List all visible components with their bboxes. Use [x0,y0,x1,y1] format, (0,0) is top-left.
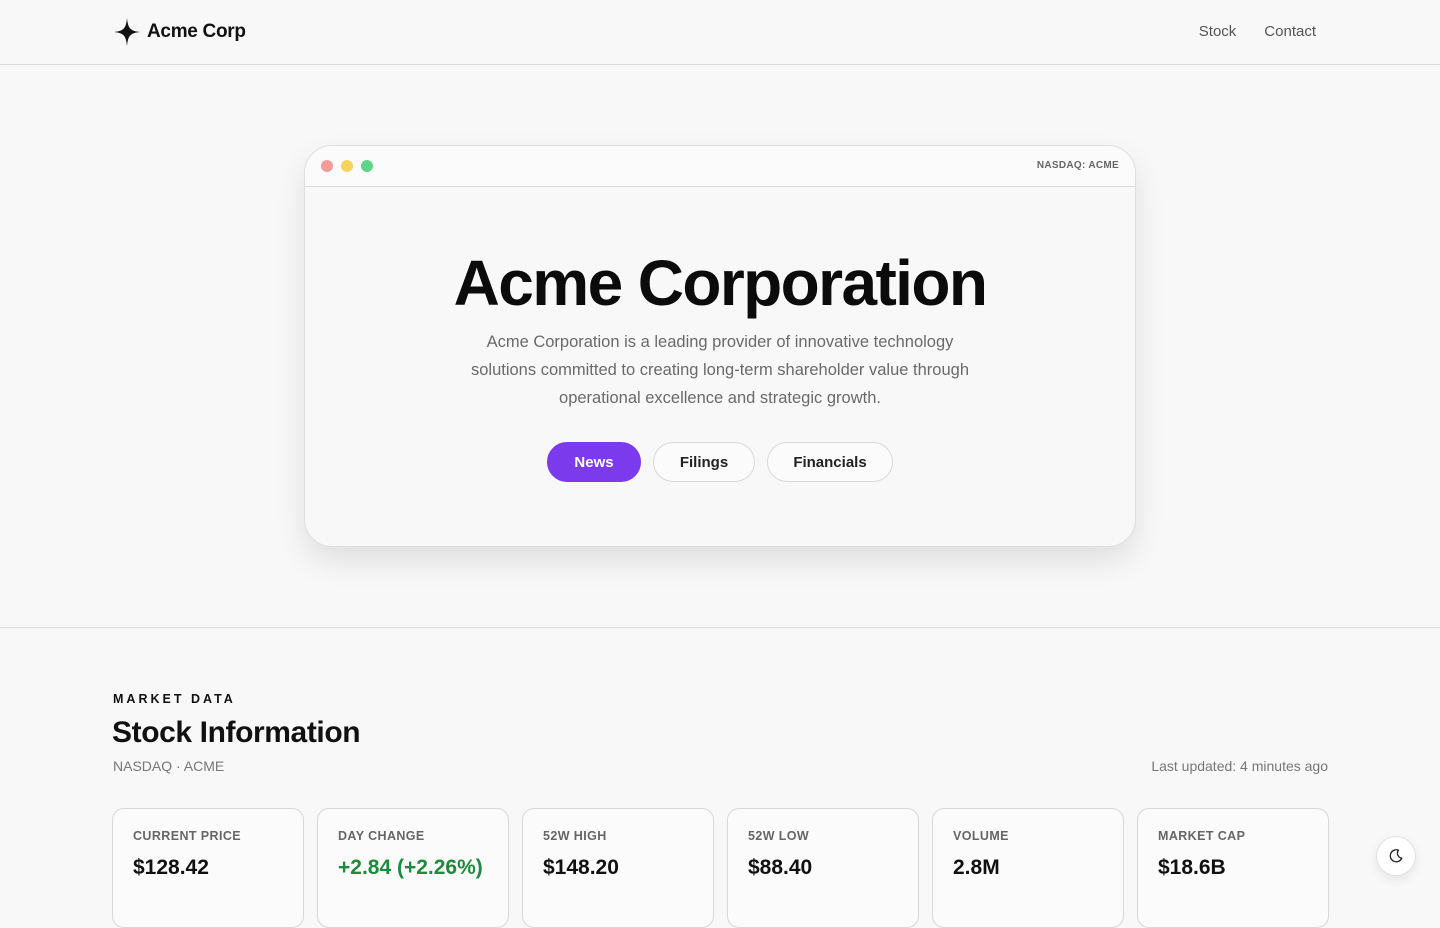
section-eyebrow: MARKET DATA [113,692,236,706]
section-title: Stock Information [112,716,361,749]
stat-value: $18.6B [1158,856,1226,879]
close-dot-icon [321,160,333,172]
stat-card-day-change: DAY CHANGE +2.84 (+2.26%) [317,808,509,928]
site-header: Acme Corp Stock Contact [0,0,1440,65]
stat-value: 2.8M [953,856,1000,879]
hero-title: Acme Corporation [453,247,988,319]
stat-value: $128.42 [133,856,209,879]
hero-actions: News Filings Financials [547,442,893,482]
stat-label: MARKET CAP [1158,829,1246,843]
brand-name: Acme Corp [147,21,246,42]
stat-label: DAY CHANGE [338,829,425,843]
section-divider [0,627,1440,628]
stat-label: CURRENT PRICE [133,829,241,843]
stat-label: 52W HIGH [543,829,607,843]
brand-link[interactable]: Acme Corp [113,17,246,47]
stat-card-52w-high: 52W HIGH $148.20 [522,808,714,928]
ticker-label: NASDAQ: ACME [1036,160,1119,171]
stat-card-volume: VOLUME 2.8M [932,808,1124,928]
stat-value: +2.84 (+2.26%) [338,856,483,879]
window-controls [321,160,373,172]
stat-label: VOLUME [953,829,1009,843]
theme-toggle-button[interactable] [1376,836,1416,876]
nav-link-contact[interactable]: Contact [1264,23,1316,40]
filings-button[interactable]: Filings [653,442,755,482]
main-nav: Stock Contact [1199,23,1316,40]
stat-card-market-cap: MARKET CAP $18.6B [1137,808,1329,928]
news-button[interactable]: News [547,442,641,482]
moon-icon [1389,849,1403,863]
stat-value: $88.40 [748,856,813,879]
last-updated: Last updated: 4 minutes ago [1151,758,1328,774]
sparkle-icon [114,18,140,46]
minimize-dot-icon [341,160,353,172]
financials-button[interactable]: Financials [767,442,893,482]
exchange-ticker: NASDAQ · ACME [113,758,225,774]
nav-link-stock[interactable]: Stock [1199,23,1237,40]
stat-label: 52W LOW [748,829,810,843]
stat-card-52w-low: 52W LOW $88.40 [727,808,919,928]
stats-grid: CURRENT PRICE $128.42 DAY CHANGE +2.84 (… [112,808,1329,928]
window-titlebar: NASDAQ: ACME [305,146,1135,187]
hero-description: Acme Corporation is a leading provider o… [470,333,969,407]
stat-value: $148.20 [543,856,619,879]
stat-card-current-price: CURRENT PRICE $128.42 [112,808,304,928]
maximize-dot-icon [361,160,373,172]
hero-card: NASDAQ: ACME Acme Corporation Acme Corpo… [304,145,1136,547]
